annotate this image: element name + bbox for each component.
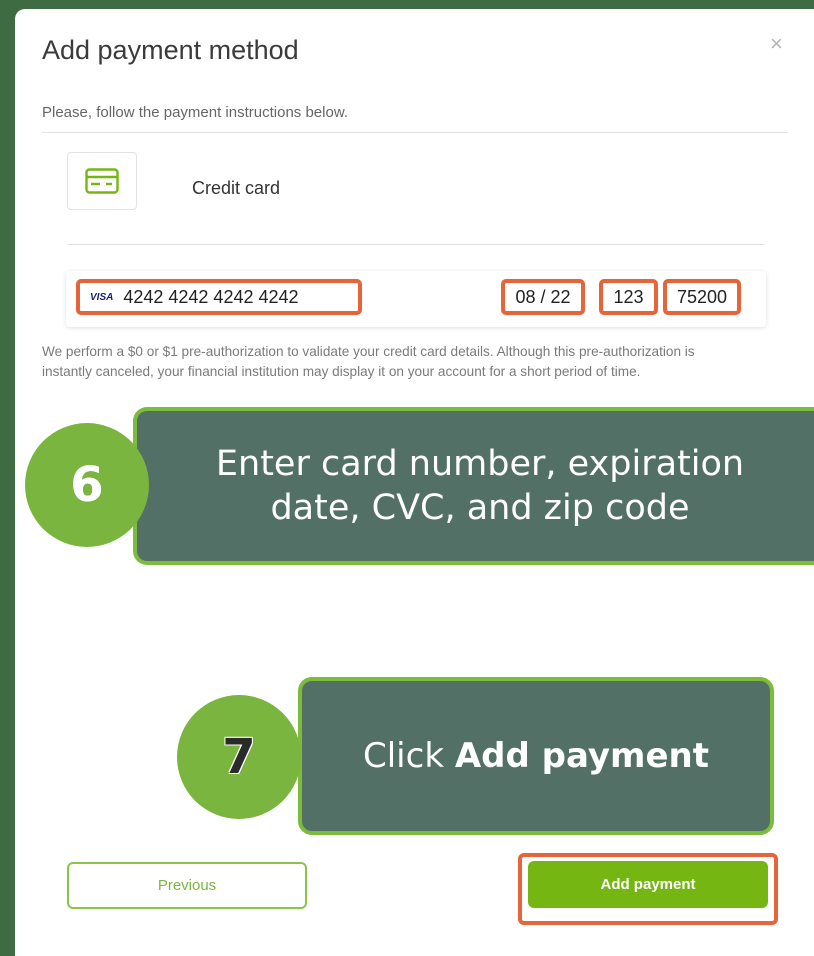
cvc-value: 123	[613, 286, 644, 307]
card-number-field[interactable]: VISA 4242 4242 4242 4242	[76, 279, 362, 315]
close-icon[interactable]: ×	[770, 31, 783, 57]
expiry-value: 08 / 22	[515, 286, 571, 307]
expiry-field[interactable]: 08 / 22	[501, 279, 585, 315]
step6-callout: Enter card number, expiration date, CVC,…	[133, 407, 814, 565]
step7-text-prefix: Click	[363, 736, 455, 776]
dialog-title: Add payment method	[42, 35, 299, 65]
step7-callout: Click Add payment	[298, 677, 774, 835]
add-payment-button[interactable]: Add payment	[528, 861, 768, 908]
previous-button[interactable]: Previous	[67, 862, 307, 909]
dialog-subtitle: Please, follow the payment instructions …	[42, 104, 348, 121]
step7-badge: 7	[177, 695, 301, 819]
credit-card-icon	[85, 168, 119, 194]
step6-badge: 6	[25, 423, 149, 547]
payment-method-label: Credit card	[192, 178, 281, 198]
zip-field[interactable]: 75200	[663, 279, 741, 315]
header-divider	[42, 132, 788, 133]
preauth-notice: We perform a $0 or $1 pre-authorization …	[42, 344, 695, 379]
cvc-field[interactable]: 123	[599, 279, 658, 315]
card-number-value: 4242 4242 4242 4242	[123, 286, 299, 307]
visa-icon: VISA	[90, 291, 114, 303]
zip-value: 75200	[676, 286, 728, 307]
payment-method-option[interactable]	[67, 152, 137, 210]
step6-line2: date, CVC, and zip code	[270, 488, 690, 528]
step7-number: 7	[222, 729, 256, 785]
step6-number: 6	[70, 457, 104, 513]
method-divider	[67, 244, 765, 245]
step7-text-bold: Add payment	[454, 736, 709, 776]
step6-line1: Enter card number, expiration	[215, 444, 745, 484]
